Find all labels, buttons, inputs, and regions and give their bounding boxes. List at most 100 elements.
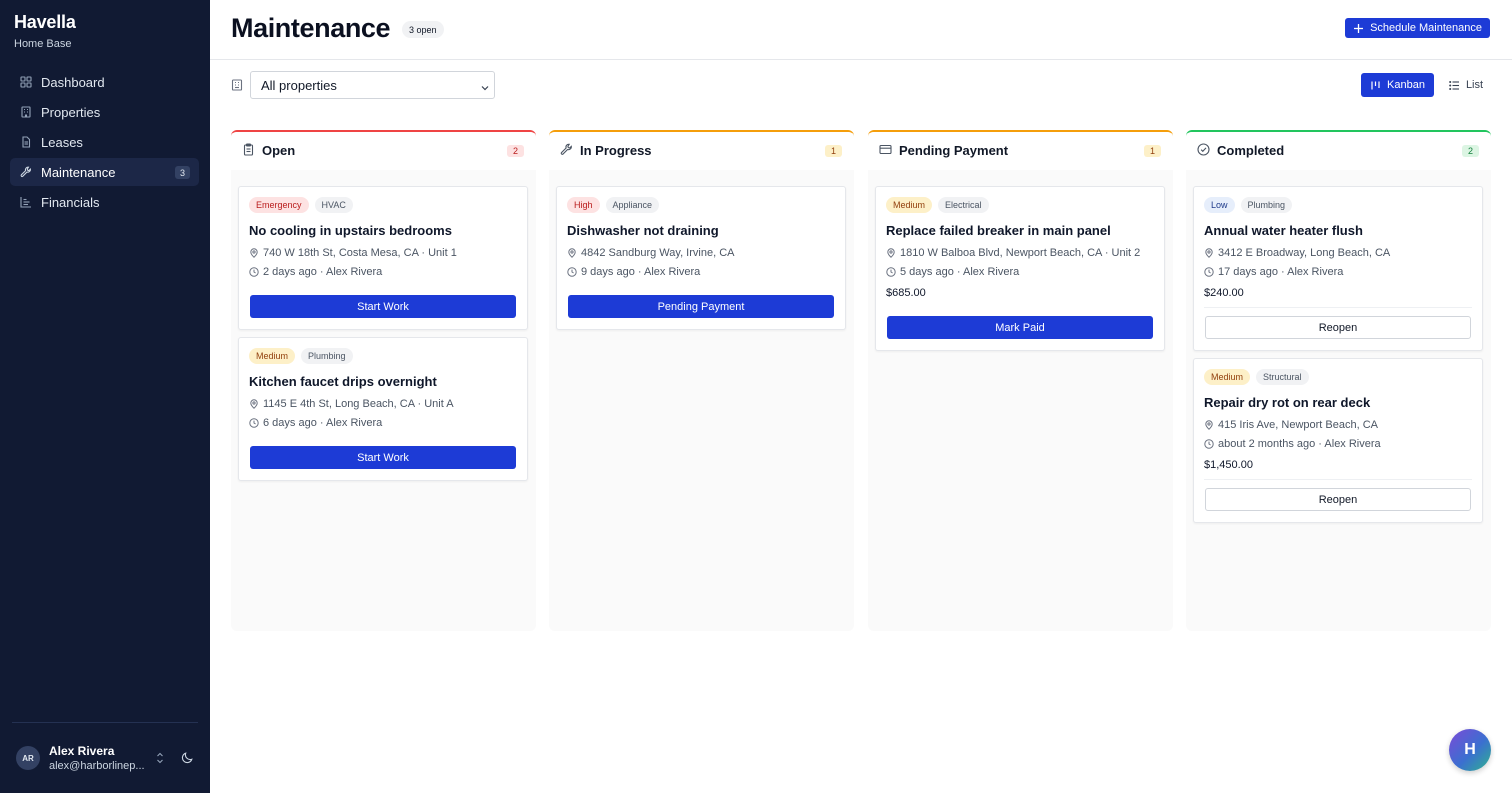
column-title: In Progress [580, 143, 652, 158]
sidebar-nav: Dashboard Properties Leases Maintenance … [10, 68, 199, 218]
sidebar: Havella Home Base Dashboard Properties L… [0, 0, 210, 793]
column-title: Pending Payment [899, 143, 1009, 158]
card-address: 415 Iris Ave, Newport Beach, CA [1204, 419, 1378, 431]
maintenance-card[interactable]: Medium Structural Repair dry rot on rear… [1193, 358, 1483, 523]
maintenance-count-badge: 3 [175, 166, 190, 179]
list-icon [1449, 80, 1459, 90]
time-text: about 2 months ago · Alex Rivera [1218, 438, 1381, 450]
reopen-button[interactable]: Reopen [1205, 316, 1471, 339]
list-view-button[interactable]: List [1440, 73, 1492, 97]
sidebar-item-leases[interactable]: Leases [10, 128, 199, 156]
reopen-button[interactable]: Reopen [1205, 488, 1471, 511]
card-address: 3412 E Broadway, Long Beach, CA [1204, 247, 1390, 259]
sidebar-item-dashboard[interactable]: Dashboard [10, 68, 199, 96]
start-work-button[interactable]: Start Work [250, 295, 516, 318]
user-name: Alex Rivera [49, 744, 115, 758]
card-time: 9 days ago · Alex Rivera [567, 266, 700, 278]
column-open: Open 2 Emergency HVAC No cooling in upst… [231, 130, 536, 631]
start-work-button[interactable]: Start Work [250, 446, 516, 469]
avatar: AR [16, 746, 40, 770]
time-text: 17 days ago · Alex Rivera [1218, 266, 1344, 278]
card-address: 740 W 18th St, Costa Mesa, CA · Unit 1 [249, 247, 457, 259]
category-badge: Plumbing [1240, 197, 1293, 213]
user-menu[interactable]: AR Alex Rivera alex@harborlinep... [16, 743, 198, 775]
column-header: Completed 2 [1186, 132, 1491, 170]
category-badge: Appliance [605, 197, 660, 213]
property-filter-value: All properties [261, 77, 337, 93]
priority-badge: High [567, 197, 600, 213]
map-pin-icon [1205, 248, 1213, 258]
card-title: Dishwasher not draining [567, 223, 719, 238]
column-count-badge: 2 [507, 145, 524, 157]
map-pin-icon [887, 248, 895, 258]
column-pending-payment: Pending Payment 1 Medium Electrical Repl… [868, 130, 1173, 631]
card-title: No cooling in upstairs bedrooms [249, 223, 452, 238]
sidebar-item-label: Properties [41, 104, 101, 120]
brand-subtitle: Home Base [14, 38, 72, 50]
chevrons-up-down-icon[interactable] [154, 751, 166, 765]
column-title: Open [262, 143, 296, 158]
pending-payment-button[interactable]: Pending Payment [568, 295, 834, 318]
card-time: 17 days ago · Alex Rivera [1204, 266, 1343, 278]
column-in-progress: In Progress 1 High Appliance Dishwasher … [549, 130, 854, 631]
grid-icon [20, 76, 32, 88]
card-time: 2 days ago · Alex Rivera [249, 266, 382, 278]
category-badge: Electrical [938, 197, 989, 213]
maintenance-card[interactable]: High Appliance Dishwasher not draining 4… [556, 186, 846, 330]
sidebar-item-label: Maintenance [41, 164, 116, 180]
chart-icon [20, 196, 32, 208]
card-time: about 2 months ago · Alex Rivera [1204, 438, 1381, 450]
maintenance-card[interactable]: Medium Plumbing Kitchen faucet drips ove… [238, 337, 528, 481]
card-title: Kitchen faucet drips overnight [249, 374, 437, 389]
card-address: 4842 Sandburg Way, Irvine, CA [567, 247, 734, 259]
clock-icon [1204, 267, 1214, 277]
card-time: 6 days ago · Alex Rivera [249, 417, 382, 429]
page-header: Maintenance 3 open Schedule Maintenance [210, 0, 1512, 60]
address-text: 415 Iris Ave, Newport Beach, CA [1218, 419, 1378, 431]
page-title: Maintenance [231, 13, 391, 43]
kanban-icon [1371, 81, 1380, 89]
plus-icon [1354, 23, 1364, 33]
credit-card-icon [879, 143, 892, 156]
maintenance-card[interactable]: Emergency HVAC No cooling in upstairs be… [238, 186, 528, 330]
brand-name: Havella [14, 12, 76, 32]
clock-icon [249, 418, 259, 428]
sidebar-item-properties[interactable]: Properties [10, 98, 199, 126]
moon-icon[interactable] [181, 751, 194, 764]
column-count-badge: 1 [1144, 145, 1161, 157]
check-circle-icon [1197, 143, 1210, 156]
building-icon [231, 78, 243, 91]
column-header: Open 2 [231, 132, 536, 170]
address-text: 740 W 18th St, Costa Mesa, CA · Unit 1 [263, 247, 457, 259]
card-address: 1145 E 4th St, Long Beach, CA · Unit A [249, 398, 454, 410]
kanban-label: Kanban [1387, 79, 1425, 91]
maintenance-card[interactable]: Low Plumbing Annual water heater flush 3… [1193, 186, 1483, 351]
column-count-badge: 1 [825, 145, 842, 157]
category-badge: HVAC [314, 197, 353, 213]
user-email: alex@harborlinep... [49, 760, 145, 772]
sidebar-item-financials[interactable]: Financials [10, 188, 199, 216]
clock-icon [249, 267, 259, 277]
open-count-badge: 3 open [402, 21, 444, 38]
sidebar-item-label: Dashboard [41, 74, 105, 90]
address-text: 1145 E 4th St, Long Beach, CA · Unit A [263, 398, 454, 410]
maintenance-card[interactable]: Medium Electrical Replace failed breaker… [875, 186, 1165, 351]
time-text: 9 days ago · Alex Rivera [581, 266, 701, 278]
schedule-maintenance-button[interactable]: Schedule Maintenance [1345, 18, 1490, 38]
brand[interactable]: Havella Home Base [14, 12, 76, 50]
time-text: 6 days ago · Alex Rivera [263, 417, 383, 429]
wrench-icon [20, 166, 32, 178]
kanban-view-button[interactable]: Kanban [1361, 73, 1434, 97]
clock-icon [1204, 439, 1214, 449]
card-cost: $240.00 [1204, 287, 1244, 299]
column-header: In Progress 1 [549, 132, 854, 170]
document-icon [20, 136, 32, 148]
map-pin-icon [1205, 420, 1213, 430]
priority-badge: Medium [886, 197, 933, 213]
sidebar-item-maintenance[interactable]: Maintenance 3 [10, 158, 199, 186]
card-title: Annual water heater flush [1204, 223, 1363, 238]
property-filter-select[interactable]: All properties [250, 71, 495, 99]
address-text: 4842 Sandburg Way, Irvine, CA [581, 247, 735, 259]
mark-paid-button[interactable]: Mark Paid [887, 316, 1153, 339]
assistant-fab-button[interactable]: H [1449, 729, 1491, 771]
